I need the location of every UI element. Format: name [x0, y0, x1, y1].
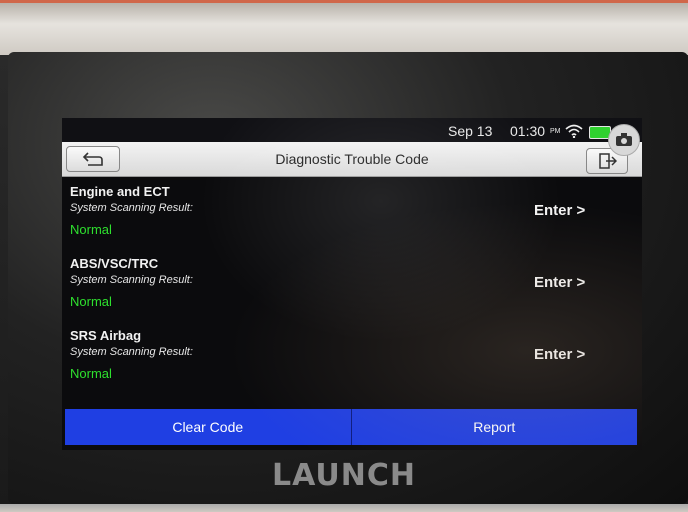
system-name: ABS/VSC/TRC	[70, 256, 159, 271]
system-name: Engine and ECT	[70, 184, 170, 199]
device-screen: Sep 13 01:30 PM Diagnostic Trouble Code	[62, 118, 642, 450]
brand-logo: LAUNCH	[271, 458, 416, 493]
clear-code-button[interactable]: Clear Code	[65, 409, 351, 445]
title-bar: Diagnostic Trouble Code	[62, 142, 642, 177]
list-item: ABS/VSC/TRC System Scanning Result: Norm…	[62, 252, 642, 324]
list-item: SRS Airbag System Scanning Result: Norma…	[62, 324, 642, 396]
status-bar: Sep 13 01:30 PM	[62, 118, 642, 142]
enter-button-srs[interactable]: Enter >	[534, 346, 585, 363]
wifi-icon	[565, 124, 583, 141]
list-item: Engine and ECT System Scanning Result: N…	[62, 180, 642, 252]
device-bottom-edge	[0, 504, 688, 512]
system-list: Engine and ECT System Scanning Result: N…	[62, 180, 642, 396]
camera-icon	[616, 133, 632, 146]
status-date: Sep 13	[448, 123, 493, 139]
scan-result-label: System Scanning Result:	[70, 274, 193, 286]
scan-result-label: System Scanning Result:	[70, 346, 193, 358]
scan-result-label: System Scanning Result:	[70, 202, 193, 214]
bottom-action-bar: Clear Code Report	[65, 409, 637, 445]
screenshot-camera-button[interactable]	[608, 124, 640, 156]
system-name: SRS Airbag	[70, 328, 142, 343]
scan-status: Normal	[70, 366, 112, 381]
status-ampm: PM	[550, 128, 561, 135]
enter-button-engine[interactable]: Enter >	[534, 202, 585, 219]
enter-button-abs[interactable]: Enter >	[534, 274, 585, 291]
exit-icon	[599, 153, 617, 169]
scan-status: Normal	[70, 294, 112, 309]
page-title: Diagnostic Trouble Code	[275, 151, 429, 167]
status-time: 01:30	[510, 123, 546, 139]
scan-status: Normal	[70, 222, 112, 237]
device-top-frame	[0, 0, 688, 55]
report-button[interactable]: Report	[350, 409, 637, 445]
